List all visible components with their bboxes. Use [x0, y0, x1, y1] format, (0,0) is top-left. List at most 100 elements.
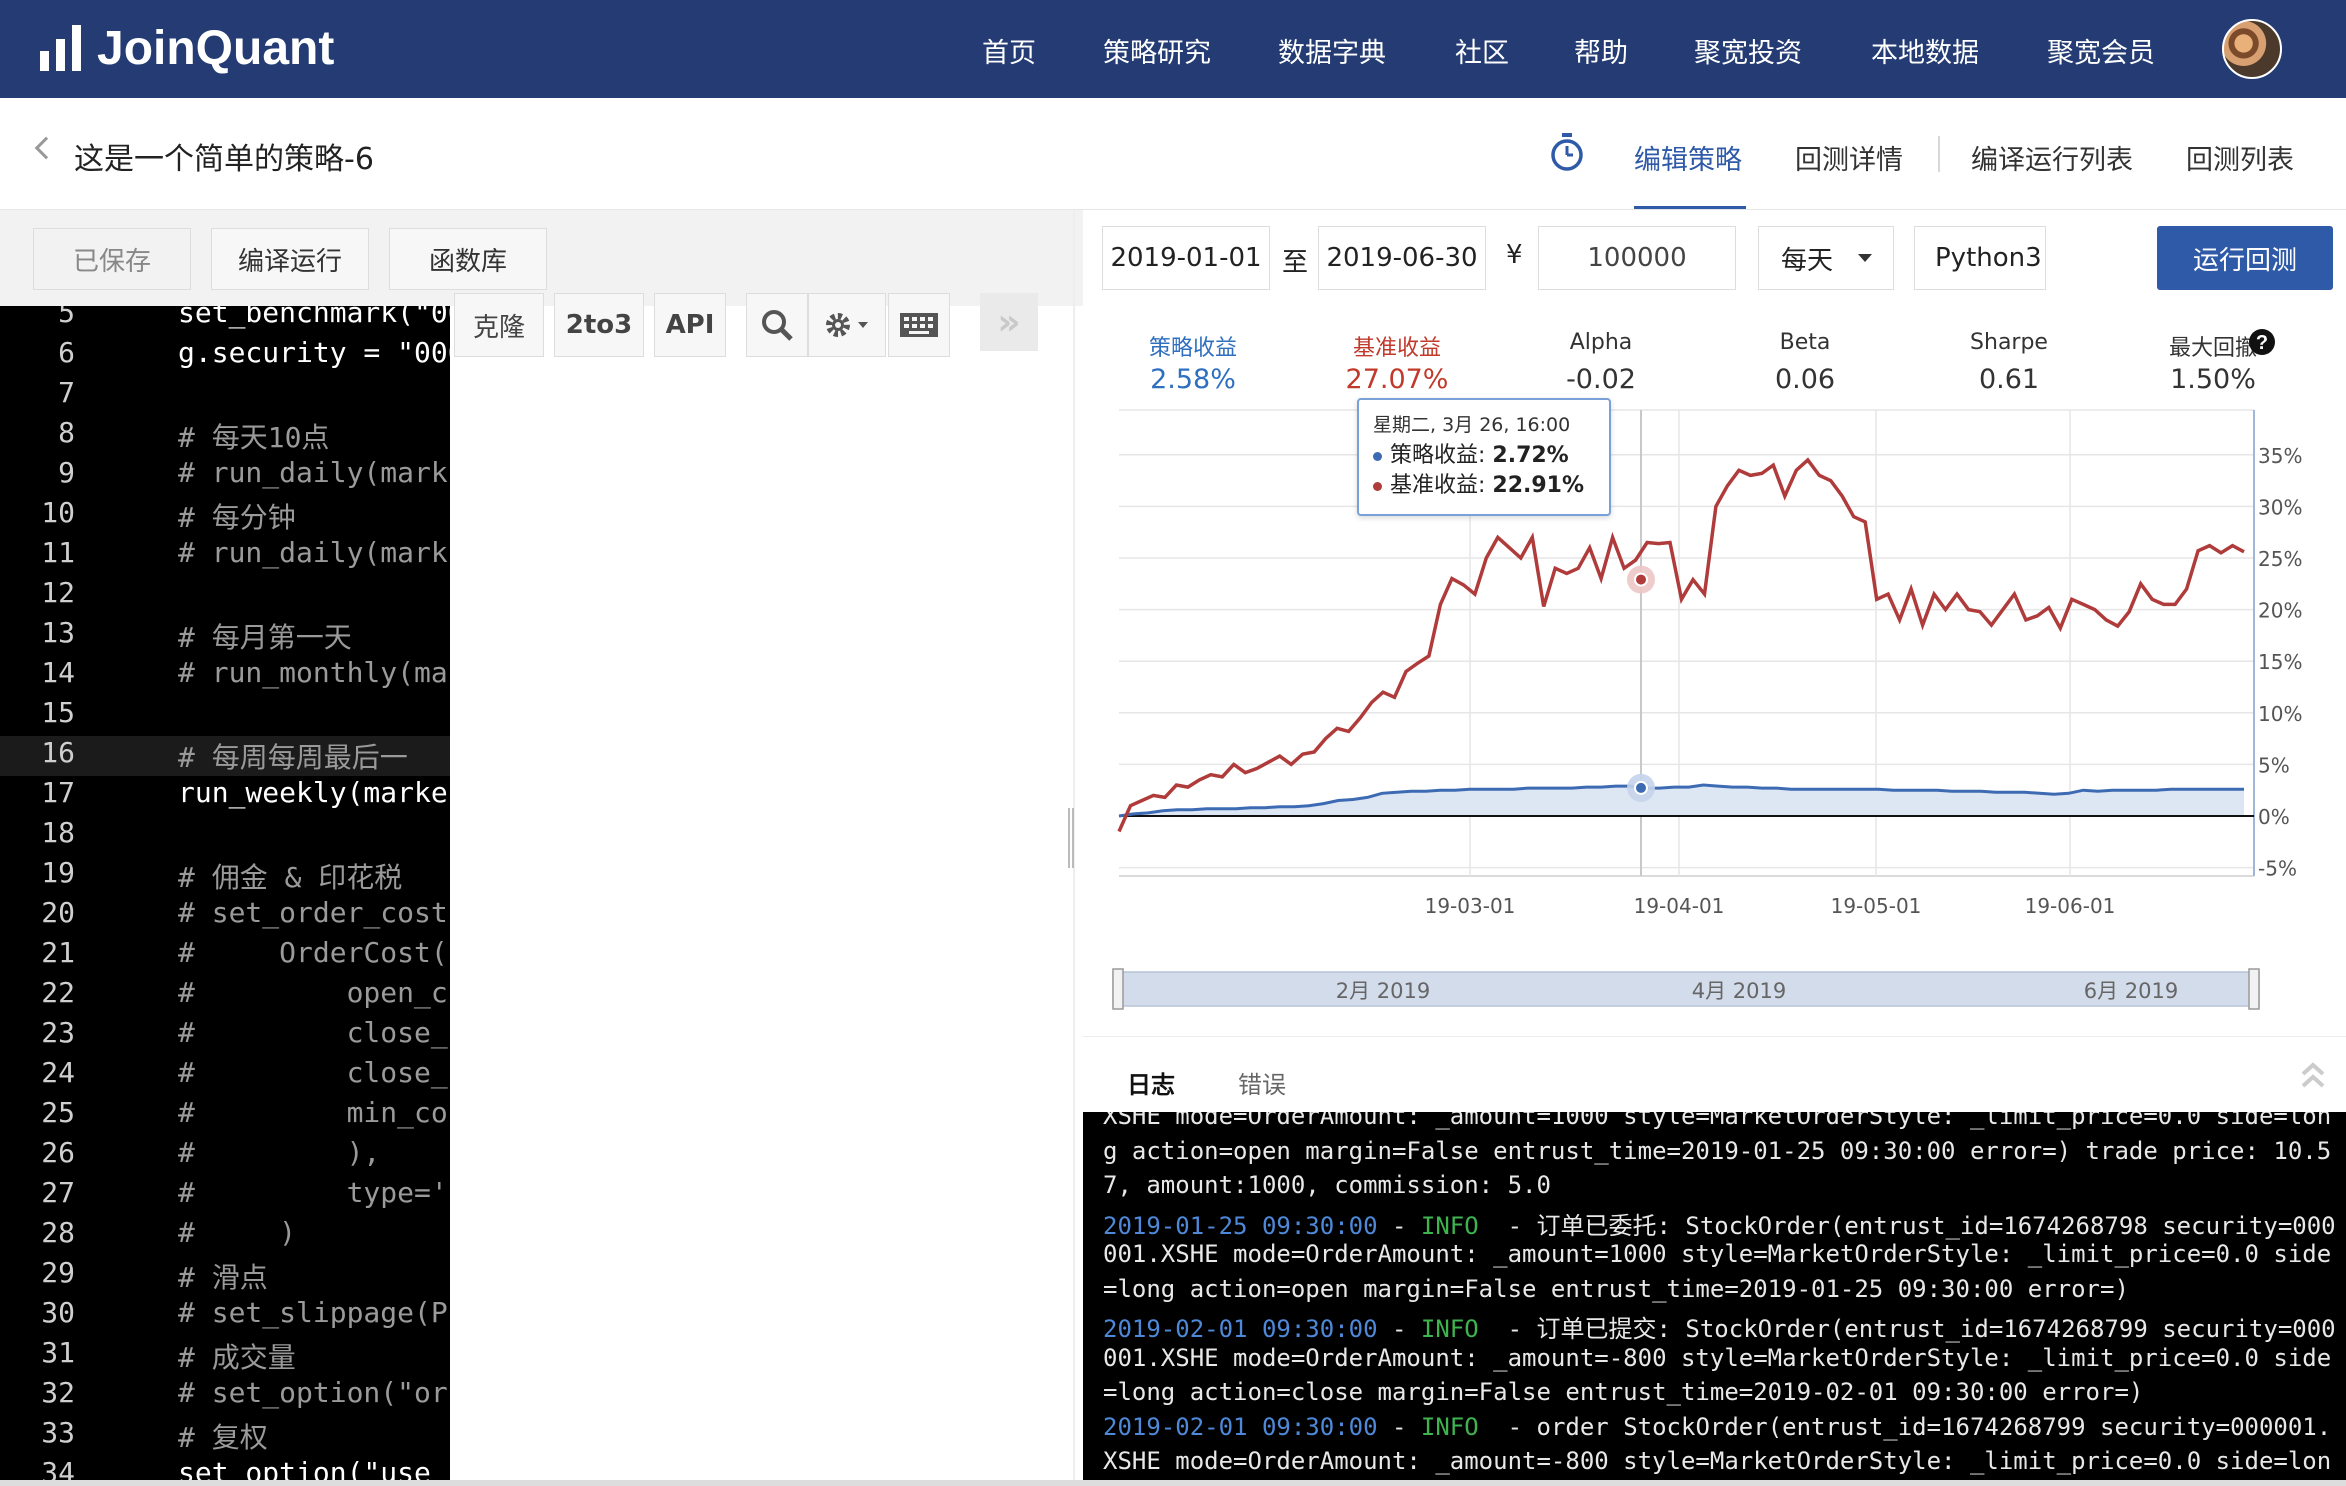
- stat-label-sharpe: Sharpe: [1970, 330, 2048, 355]
- code-line[interactable]: 5 set_benchmark("00: [0, 306, 450, 336]
- line-number: 15: [41, 696, 75, 729]
- y-tick-label: 5%: [2258, 753, 2290, 777]
- function-library-button[interactable]: 函数库: [389, 228, 547, 290]
- code-line[interactable]: 24 # close_: [0, 1056, 450, 1096]
- help-icon[interactable]: ?: [2248, 328, 2276, 356]
- code-line[interactable]: 20 # set_order_cost: [0, 896, 450, 936]
- caret-down-icon: [1858, 254, 1873, 262]
- log-text: -: [1377, 1315, 1421, 1343]
- splitter-grip-icon[interactable]: [1068, 808, 1074, 868]
- code-line[interactable]: 18: [0, 816, 450, 856]
- capital-input[interactable]: 100000: [1538, 226, 1736, 290]
- code-line[interactable]: 19 # 佣金 & 印花税: [0, 856, 450, 896]
- tooltip-benchmark-row: 基准收益: 22.91%: [1373, 471, 1595, 501]
- code-line[interactable]: 10 # 每分钟: [0, 496, 450, 536]
- saved-button[interactable]: 已保存: [33, 228, 191, 290]
- clone-button[interactable]: 克隆: [454, 293, 544, 357]
- collapse-panel-button[interactable]: »: [980, 293, 1038, 351]
- tab-compile-list[interactable]: 编译运行列表: [1971, 138, 2133, 177]
- python-version-select[interactable]: Python3: [1914, 226, 2046, 290]
- logo[interactable]: JoinQuant: [40, 20, 334, 76]
- back-chevron-icon[interactable]: [34, 136, 58, 160]
- code-line[interactable]: 11 # run_daily(mark: [0, 536, 450, 576]
- stat-value-benchmark-return: 27.07%: [1345, 364, 1449, 395]
- code-line[interactable]: 9 # run_daily(mark: [0, 456, 450, 496]
- logo-text: JoinQuant: [97, 21, 335, 75]
- tooltip-strategy-row: 策略收益: 2.72%: [1373, 441, 1595, 471]
- code-text: # OrderCost(: [178, 936, 448, 969]
- compile-run-button[interactable]: 编译运行: [211, 228, 369, 290]
- nav-item-invest[interactable]: 聚宽投资: [1694, 31, 1802, 70]
- code-line[interactable]: 32 # set_option("or: [0, 1376, 450, 1416]
- code-line[interactable]: 7: [0, 376, 450, 416]
- code-line[interactable]: 17 run_weekly(marke: [0, 776, 450, 816]
- double-chevron-up-icon[interactable]: [2300, 1060, 2326, 1090]
- tab-errors[interactable]: 错误: [1238, 1065, 1286, 1100]
- gear-icon: [826, 313, 868, 337]
- nav-item-data-dict[interactable]: 数据字典: [1278, 31, 1386, 70]
- tab-log[interactable]: 日志: [1127, 1065, 1175, 1100]
- search-button[interactable]: [746, 293, 808, 357]
- code-line[interactable]: 29 # 滑点: [0, 1256, 450, 1296]
- tab-divider: [1938, 136, 1940, 172]
- line-number: 23: [41, 1016, 75, 1049]
- run-backtest-button[interactable]: 运行回测: [2157, 226, 2333, 290]
- code-line[interactable]: 34 set_option("use: [0, 1456, 450, 1480]
- line-number: 27: [41, 1176, 75, 1209]
- nav-item-help[interactable]: 帮助: [1574, 31, 1628, 70]
- 2to3-button[interactable]: 2to3: [554, 293, 644, 357]
- returns-chart[interactable]: 35% 30% 25% 20% 15% 10% 5% 0% -5% 19-03-01 19-04-…: [1083, 400, 2346, 1036]
- chart-tooltip: 星期二, 3月 26, 16:00 策略收益: 2.72% 基准收益: 22.9…: [1357, 398, 1611, 516]
- code-line[interactable]: 13 # 每月第一天: [0, 616, 450, 656]
- nav-item-home[interactable]: 首页: [982, 31, 1036, 70]
- nav-item-research[interactable]: 策略研究: [1103, 31, 1211, 70]
- code-line[interactable]: 16 # 每周每周最后一: [0, 736, 450, 776]
- code-line[interactable]: 28 # ): [0, 1216, 450, 1256]
- code-line[interactable]: 12: [0, 576, 450, 616]
- benchmark-line: [1117, 457, 2245, 833]
- code-text: # 每月第一天: [178, 621, 352, 654]
- code-line[interactable]: 33 # 复权: [0, 1416, 450, 1456]
- code-line[interactable]: 8 # 每天10点: [0, 416, 450, 456]
- end-date-input[interactable]: 2019-06-30: [1318, 226, 1486, 290]
- code-text: # ),: [178, 1136, 381, 1169]
- code-line[interactable]: 25 # min_co: [0, 1096, 450, 1136]
- code-line[interactable]: 21 # OrderCost(: [0, 936, 450, 976]
- code-line[interactable]: 23 # close_: [0, 1016, 450, 1056]
- y-tick-label: 0%: [2258, 805, 2290, 829]
- line-number: 12: [41, 576, 75, 609]
- code-text: run_weekly(marke: [178, 776, 448, 809]
- tab-edit-strategy[interactable]: 编辑策略: [1634, 138, 1742, 177]
- currency-symbol: ¥: [1506, 240, 1523, 270]
- code-line[interactable]: 6 g.security = "000: [0, 336, 450, 376]
- avatar[interactable]: [2222, 19, 2282, 79]
- code-editor[interactable]: 5 set_benchmark("00 6 g.security = "000 7 8 # …: [0, 306, 450, 1480]
- code-line[interactable]: 31 # 成交量: [0, 1336, 450, 1376]
- timer-icon[interactable]: [1549, 132, 1585, 172]
- log-panel[interactable]: XSHE mode=OrderAmount: _amount=1000 styl…: [1083, 1112, 2346, 1480]
- line-number: 14: [41, 656, 75, 689]
- code-line[interactable]: 30 # set_slippage(P: [0, 1296, 450, 1336]
- nav-item-local-data[interactable]: 本地数据: [1871, 31, 1979, 70]
- keyboard-button[interactable]: [888, 293, 950, 357]
- api-button[interactable]: API: [654, 293, 726, 357]
- frequency-select[interactable]: 每天: [1758, 226, 1894, 290]
- code-line[interactable]: 26 # ),: [0, 1136, 450, 1176]
- active-tab-indicator: [1634, 206, 1746, 209]
- time-navigator[interactable]: 2月 2019 4月 2019 6月 2019: [1112, 968, 2260, 1010]
- nav-item-community[interactable]: 社区: [1455, 31, 1509, 70]
- code-line[interactable]: 22 # open_c: [0, 976, 450, 1016]
- nav-item-member[interactable]: 聚宽会员: [2047, 31, 2155, 70]
- start-date-input[interactable]: 2019-01-01: [1102, 226, 1270, 290]
- line-number: 18: [41, 816, 75, 849]
- code-line[interactable]: 27 # type=': [0, 1176, 450, 1216]
- code-text: # run_daily(mark: [178, 456, 448, 489]
- code-line[interactable]: 15: [0, 696, 450, 736]
- code-line[interactable]: 14 # run_monthly(ma: [0, 656, 450, 696]
- tab-backtest-detail[interactable]: 回测详情: [1795, 138, 1903, 177]
- tab-backtest-list[interactable]: 回测列表: [2186, 138, 2294, 177]
- line-number: 28: [41, 1216, 75, 1249]
- line-number: 30: [41, 1296, 75, 1329]
- settings-button[interactable]: [808, 293, 886, 357]
- code-text: # open_c: [178, 976, 448, 1009]
